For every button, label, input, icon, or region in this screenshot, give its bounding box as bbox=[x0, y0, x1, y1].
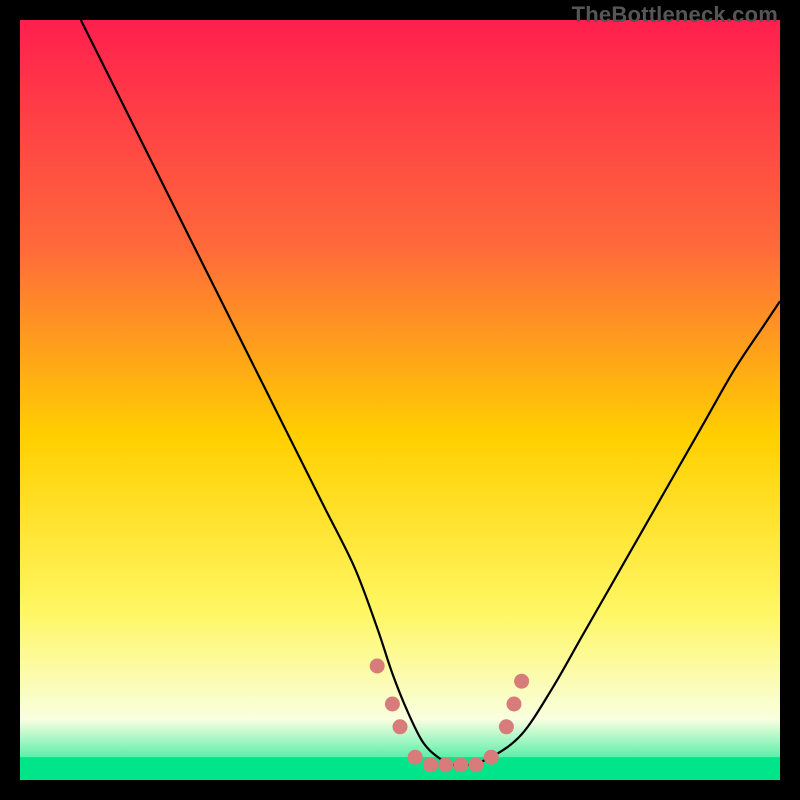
sweet-spot-marker bbox=[393, 719, 408, 734]
sweet-spot-marker bbox=[385, 697, 400, 712]
gradient-background bbox=[20, 20, 780, 780]
sweet-spot-marker bbox=[370, 659, 385, 674]
outer-frame: TheBottleneck.com bbox=[0, 0, 800, 800]
bottleneck-chart bbox=[20, 20, 780, 780]
sweet-spot-marker bbox=[484, 750, 499, 765]
sweet-spot-marker bbox=[423, 757, 438, 772]
plot-area bbox=[20, 20, 780, 780]
sweet-spot-marker bbox=[507, 697, 522, 712]
green-band bbox=[20, 757, 780, 780]
sweet-spot-marker bbox=[453, 757, 468, 772]
sweet-spot-marker bbox=[499, 719, 514, 734]
sweet-spot-marker bbox=[514, 674, 529, 689]
sweet-spot-marker bbox=[469, 757, 484, 772]
sweet-spot-marker bbox=[408, 750, 423, 765]
watermark-text: TheBottleneck.com bbox=[572, 2, 778, 28]
sweet-spot-marker bbox=[438, 757, 453, 772]
